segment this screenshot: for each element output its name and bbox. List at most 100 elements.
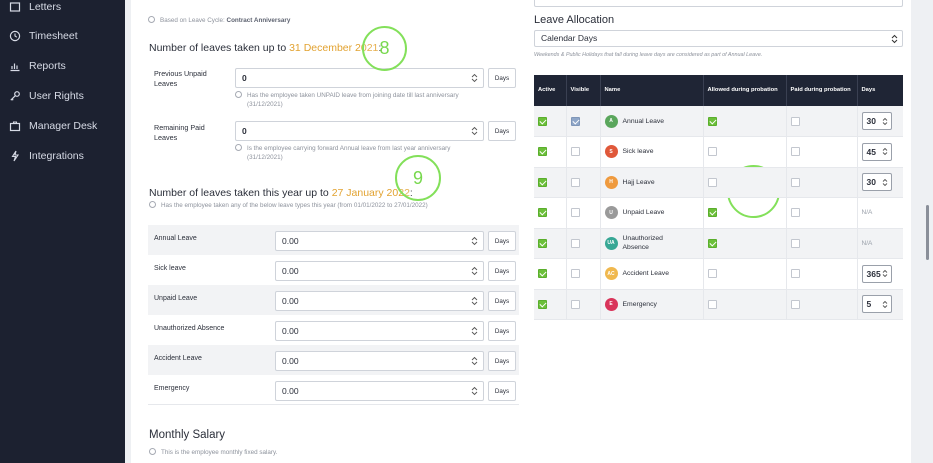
leave-type-label: Accident Leave <box>154 355 202 362</box>
paid-probation-checkbox[interactable] <box>790 208 800 218</box>
name-line: Unauthorized <box>622 235 663 243</box>
previous-unpaid-input[interactable]: 0 <box>235 68 484 88</box>
input-value: 0.00 <box>282 326 299 336</box>
visible-checkbox[interactable] <box>570 269 580 279</box>
days-input[interactable]: 30 <box>861 173 892 192</box>
allowed-probation-checkbox[interactable] <box>707 208 717 218</box>
spinner-icon[interactable] <box>882 147 888 156</box>
table-row: UA Unauthorized Absence N/A <box>534 228 903 259</box>
top-select-partial[interactable] <box>534 0 903 7</box>
leave-type-avatar: AC <box>604 267 618 281</box>
leave-taken-input[interactable]: 0.00 <box>275 351 484 371</box>
spinner-icon[interactable] <box>471 296 478 306</box>
monthly-salary-note: This is the employee monthly fixed salar… <box>149 447 277 457</box>
day-type-select[interactable]: Calendar Days <box>534 30 903 47</box>
active-checkbox[interactable] <box>538 116 547 126</box>
sidebar-item-reports[interactable]: Reports <box>0 53 125 79</box>
leave-taken-row: Sick leave 0.00 Days <box>148 255 519 285</box>
paid-probation-checkbox[interactable] <box>790 269 800 279</box>
allowed-probation-checkbox[interactable] <box>707 269 717 279</box>
active-checkbox[interactable] <box>538 208 547 218</box>
leave-type-avatar: S <box>604 145 618 159</box>
allowed-probation-checkbox[interactable] <box>707 177 717 187</box>
note-line: Is the employee carrying forward Annual … <box>247 145 451 152</box>
sidebar-item-label: Integrations <box>29 150 84 162</box>
paid-probation-checkbox[interactable] <box>790 177 800 187</box>
days-input[interactable]: 5 <box>861 295 892 314</box>
paid-probation-checkbox[interactable] <box>790 238 800 248</box>
info-icon <box>235 143 242 151</box>
days-value: 5 <box>866 299 872 310</box>
active-checkbox[interactable] <box>538 177 547 187</box>
leave-taken-row: Unpaid Leave 0.00 Days <box>148 285 519 315</box>
leave-taken-input[interactable]: 0.00 <box>275 261 484 281</box>
annotation-circle-8: 8 <box>362 26 407 71</box>
sidebar-item-letters[interactable]: Letters <box>0 0 125 20</box>
paid-probation-checkbox[interactable] <box>790 147 800 157</box>
previous-unpaid-days-unit: Days <box>488 68 516 88</box>
key-icon <box>9 90 21 102</box>
spinner-icon[interactable] <box>471 266 478 276</box>
active-checkbox[interactable] <box>538 147 547 157</box>
visible-checkbox[interactable] <box>570 299 580 309</box>
days-input[interactable]: 365 <box>861 264 892 283</box>
info-icon <box>149 447 156 455</box>
table-row: S Sick leave 45 <box>534 136 903 168</box>
days-value: 365 <box>866 268 881 279</box>
spinner-icon[interactable] <box>471 356 478 366</box>
leave-taken-input[interactable]: 0.00 <box>275 291 484 311</box>
active-checkbox[interactable] <box>538 238 547 248</box>
visible-checkbox[interactable] <box>570 147 580 157</box>
days-na: N/A <box>861 209 873 217</box>
spinner-icon[interactable] <box>471 236 478 246</box>
visible-checkbox[interactable] <box>570 208 580 218</box>
days-input[interactable]: 45 <box>861 142 892 161</box>
spinner-icon[interactable] <box>882 269 888 278</box>
paid-probation-checkbox[interactable] <box>790 299 800 309</box>
sidebar-item-manager-desk[interactable]: Manager Desk <box>0 113 125 139</box>
day-type-note: Weekends & Public Holidays that fall dur… <box>534 52 763 58</box>
active-checkbox[interactable] <box>538 299 547 309</box>
remaining-paid-input[interactable]: 0 <box>235 121 484 141</box>
paid-probation-checkbox[interactable] <box>790 116 800 126</box>
spinner-icon[interactable] <box>471 126 478 136</box>
visible-checkbox[interactable] <box>570 116 580 126</box>
col-header-paid-probation: Paid during probation <box>786 75 858 106</box>
spinner-icon[interactable] <box>882 117 888 126</box>
allowed-probation-checkbox[interactable] <box>707 147 717 157</box>
annotation-circle-9: 9 <box>395 155 441 201</box>
note-line: (31/12/2021) <box>247 101 283 108</box>
spinner-icon[interactable] <box>882 300 888 309</box>
allowed-probation-checkbox[interactable] <box>707 116 717 126</box>
days-unit: Days <box>488 261 516 281</box>
section-title-last-year: Number of leaves taken up to 31 December… <box>149 42 381 54</box>
leave-type-name: Sick leave <box>622 148 654 156</box>
visible-checkbox[interactable] <box>570 238 580 248</box>
leave-type-label: Unpaid Leave <box>154 295 198 302</box>
leave-allocation-table: Active Visible Name Allowed during proba… <box>534 75 903 320</box>
visible-checkbox[interactable] <box>570 177 580 187</box>
allowed-probation-checkbox[interactable] <box>707 299 717 309</box>
sidebar-item-user-rights[interactable]: User Rights <box>0 83 125 109</box>
allowed-probation-checkbox[interactable] <box>707 238 717 248</box>
col-header-days: Days <box>857 75 903 106</box>
leave-cycle-note: Based on Leave Cycle: Contract Anniversa… <box>148 15 290 25</box>
chart-icon <box>9 60 21 72</box>
days-unit: Days <box>488 321 516 341</box>
page-scrollbar[interactable] <box>926 205 929 260</box>
spinner-icon[interactable] <box>471 73 478 83</box>
days-input[interactable]: 30 <box>861 112 892 130</box>
sidebar-item-timesheet[interactable]: Timesheet <box>0 23 125 49</box>
days-value: 30 <box>866 177 876 188</box>
sidebar-item-integrations[interactable]: Integrations <box>0 143 125 169</box>
input-value: 0.00 <box>282 266 299 276</box>
leave-taken-input[interactable]: 0.00 <box>275 321 484 341</box>
leave-taken-input[interactable]: 0.00 <box>275 231 484 251</box>
spinner-icon[interactable] <box>471 326 478 336</box>
active-checkbox[interactable] <box>538 269 547 279</box>
spinner-icon[interactable] <box>882 178 888 187</box>
spinner-icon[interactable] <box>471 386 478 396</box>
remaining-paid-label: Remaining Paid Leaves <box>154 123 205 143</box>
leave-taken-input[interactable]: 0.00 <box>275 381 484 401</box>
label-line: Leaves <box>154 79 178 88</box>
